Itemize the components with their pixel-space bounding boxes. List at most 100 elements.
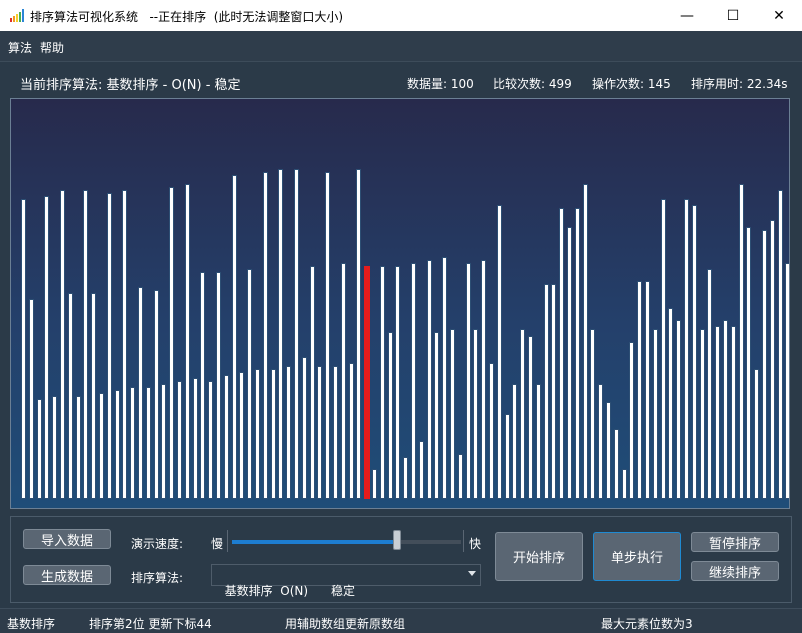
data-bar — [208, 381, 214, 499]
data-bar — [60, 190, 65, 499]
data-bar — [551, 284, 557, 499]
data-bar — [567, 227, 572, 499]
data-bar — [387, 332, 393, 499]
data-bar — [613, 429, 619, 499]
data-bar — [270, 369, 276, 499]
algorithm-select-label: 排序算法: — [131, 571, 184, 585]
title-bar: 排序算法可视化系统 --正在排序 (此时无法调整窗口大小) — ☐ ✕ — [0, 0, 802, 31]
resume-sort-button[interactable]: 继续排序 — [691, 561, 779, 581]
data-bar — [598, 384, 604, 499]
status-bar: 基数排序 排序第2位 更新下标44 用辅助数组更新原数组 最大元素位数为3 — [0, 608, 802, 633]
data-bar — [590, 329, 596, 499]
data-bar — [372, 469, 377, 499]
data-bar — [762, 230, 767, 499]
sort-visualization — [10, 98, 790, 509]
data-bar — [286, 366, 292, 499]
data-bar — [395, 266, 401, 499]
data-bar — [403, 457, 409, 499]
data-bar — [746, 227, 752, 499]
data-bar — [785, 263, 789, 499]
data-bar — [442, 257, 448, 499]
status-step: 排序第2位 更新下标44 — [89, 617, 212, 631]
data-bar — [512, 384, 518, 499]
slider-right-bound — [463, 530, 464, 552]
data-bar — [200, 272, 206, 499]
data-bar — [223, 375, 229, 499]
import-data-button[interactable]: 导入数据 — [23, 529, 111, 549]
data-bar — [192, 378, 198, 499]
fast-label: 快 — [469, 537, 482, 551]
data-bar — [340, 263, 346, 499]
data-bar — [411, 263, 416, 499]
algorithm-select[interactable]: 基数排序 O(N) 稳定 — [211, 564, 481, 598]
pause-sort-button[interactable]: 暂停排序 — [691, 532, 779, 552]
data-bar — [294, 169, 299, 499]
data-bar — [629, 342, 635, 499]
data-bar — [91, 293, 97, 499]
start-sort-button[interactable]: 开始排序 — [495, 532, 583, 581]
status-algorithm: 基数排序 — [7, 617, 56, 631]
data-bar — [582, 184, 588, 499]
data-bar — [559, 208, 565, 499]
data-bar — [138, 287, 143, 499]
data-bar — [496, 205, 502, 499]
data-bar — [114, 390, 120, 499]
data-bar — [668, 308, 674, 499]
data-bar — [660, 199, 666, 499]
data-bar — [83, 190, 89, 499]
data-bar — [699, 329, 705, 499]
data-bar — [184, 184, 190, 499]
data-bar — [67, 293, 73, 499]
data-bar — [99, 393, 104, 499]
data-bar — [535, 384, 541, 499]
chevron-down-icon[interactable] — [468, 571, 476, 576]
window-title: 排序算法可视化系统 --正在排序 (此时无法调整窗口大小) — [30, 10, 344, 24]
menu-help[interactable]: 帮助 — [40, 39, 64, 56]
data-bar — [707, 269, 713, 499]
data-bar — [418, 441, 424, 499]
active-bar — [364, 266, 371, 499]
data-bar — [769, 220, 775, 499]
data-bar — [44, 196, 50, 499]
data-bar — [169, 187, 175, 499]
data-bar — [489, 363, 494, 499]
generate-data-button[interactable]: 生成数据 — [23, 565, 111, 585]
close-button[interactable]: ✕ — [756, 0, 802, 31]
data-bar — [606, 402, 611, 499]
data-bar — [457, 454, 463, 499]
step-execute-button[interactable]: 单步执行 — [593, 532, 681, 581]
speed-slider-fill — [232, 540, 397, 544]
data-bar — [325, 172, 331, 499]
data-bar — [637, 281, 643, 499]
data-bar — [356, 169, 362, 499]
data-bar — [574, 208, 580, 499]
data-bar — [777, 190, 783, 499]
maximize-button[interactable]: ☐ — [710, 0, 756, 31]
data-bar — [262, 172, 268, 499]
data-bar — [153, 290, 159, 499]
data-bar — [520, 329, 526, 499]
menu-algorithm[interactable]: 算法 — [8, 39, 32, 56]
algorithm-select-value: 基数排序 O(N) 稳定 — [224, 584, 355, 598]
data-bar — [278, 169, 284, 499]
data-bar — [28, 299, 34, 499]
data-bar — [348, 363, 354, 499]
speed-slider-handle[interactable] — [393, 530, 401, 550]
data-bar — [684, 199, 689, 499]
data-bar — [177, 381, 182, 499]
sort-time-label: 排序用时: 22.34s — [691, 77, 788, 91]
status-action: 用辅助数组更新原数组 — [285, 617, 406, 631]
data-bar — [145, 387, 151, 499]
data-bar — [473, 329, 479, 499]
speed-label: 演示速度: — [131, 537, 184, 551]
data-bar — [730, 326, 736, 499]
speed-slider[interactable] — [232, 540, 461, 544]
data-bar — [543, 284, 549, 499]
data-bar — [504, 414, 510, 499]
data-bar — [715, 326, 721, 499]
data-bar — [450, 329, 455, 499]
minimize-button[interactable]: — — [664, 0, 710, 31]
data-bar — [738, 184, 744, 499]
data-bar — [754, 369, 760, 499]
status-max-digits: 最大元素位数为3 — [601, 617, 693, 631]
